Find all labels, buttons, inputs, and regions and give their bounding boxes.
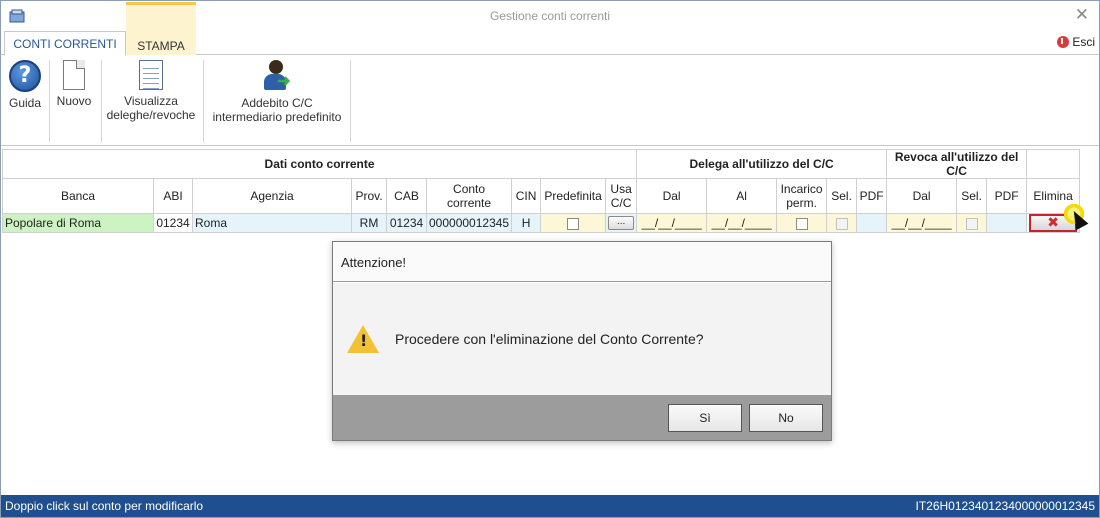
- cell-revoca-sel[interactable]: [956, 213, 988, 233]
- column-header-predefinita[interactable]: Predefinita: [540, 178, 607, 214]
- new-label: Nuovo: [56, 94, 92, 108]
- conto-header-line1: Conto: [453, 182, 486, 196]
- view-label-line2: deleghe/revoche: [106, 108, 196, 122]
- column-header-revoca-sel[interactable]: Sel.: [956, 178, 988, 214]
- column-header-prov[interactable]: Prov.: [351, 178, 387, 214]
- document-list-icon: [139, 60, 163, 90]
- tab-conti-correnti[interactable]: CONTI CORRENTI: [4, 31, 126, 56]
- help-label: Guida: [8, 96, 42, 110]
- cell-conto[interactable]: 000000012345: [425, 213, 513, 233]
- column-header-agenzia[interactable]: Agenzia: [192, 178, 352, 214]
- view-delegations-button[interactable]: Visualizza deleghe/revoche: [105, 60, 197, 122]
- incarico-header-line1: Incarico: [780, 182, 823, 196]
- column-header-banca[interactable]: Banca: [2, 178, 154, 214]
- predefinita-checkbox[interactable]: [567, 217, 580, 230]
- addebito-button[interactable]: ➜ Addebito C/C intermediario predefinito: [207, 60, 347, 124]
- cell-agenzia[interactable]: Roma: [192, 213, 352, 233]
- cell-delega-sel[interactable]: [826, 213, 858, 233]
- yes-button[interactable]: Sì: [668, 404, 742, 432]
- column-header-revoca-dal[interactable]: Dal: [886, 178, 958, 214]
- dialog-footer: Sì No: [333, 395, 831, 440]
- view-label-line1: Visualizza: [124, 94, 178, 108]
- group-header-revoca: Revoca all'utilizzo del C/C: [886, 149, 1028, 179]
- cell-delega-pdf[interactable]: [856, 213, 888, 233]
- cell-delega-dal[interactable]: __/__/____: [636, 213, 708, 233]
- column-header-incarico[interactable]: Incarico perm.: [776, 178, 828, 214]
- main-window: Gestione conti correnti ✕ CONTI CORRENTI…: [0, 0, 1100, 518]
- cell-revoca-dal[interactable]: __/__/____: [886, 213, 958, 233]
- cell-usa-cc[interactable]: ...: [605, 213, 638, 233]
- table-row[interactable]: Popolare di Roma 01234 Roma RM 01234 000…: [2, 213, 1081, 233]
- cell-revoca-pdf[interactable]: [986, 213, 1028, 233]
- tab-stampa[interactable]: STAMPA: [126, 2, 196, 55]
- cell-cab[interactable]: 01234: [386, 213, 427, 233]
- status-bar: Doppio click sul conto per modificarlo I…: [1, 495, 1099, 517]
- conto-header-line2: corrente: [447, 196, 492, 210]
- addebito-label-line2: intermediario predefinito: [212, 110, 342, 124]
- addebito-label-line1: Addebito C/C: [241, 96, 313, 110]
- group-header-empty: [1026, 149, 1081, 179]
- usa-header-line2: C/C: [610, 196, 632, 210]
- exit-label: Esci: [1072, 35, 1095, 49]
- ribbon-tabs: CONTI CORRENTI STAMPA Esci: [1, 2, 1099, 56]
- column-header-cin[interactable]: CIN: [511, 178, 542, 214]
- cell-abi[interactable]: 01234: [153, 213, 193, 233]
- group-header-delega: Delega all'utilizzo del C/C: [636, 149, 888, 179]
- column-header-delega-pdf[interactable]: PDF: [856, 178, 888, 214]
- user-transfer-icon: ➜: [261, 60, 293, 92]
- ribbon-separator: [101, 60, 102, 142]
- ribbon-toolbar: ? Guida Nuovo Visualizza deleghe/revoche…: [1, 56, 1099, 146]
- column-header-revoca-pdf[interactable]: PDF: [986, 178, 1028, 214]
- usa-header-line1: Usa: [610, 182, 632, 196]
- accounts-grid: Dati conto corrente Delega all'utilizzo …: [1, 149, 1099, 233]
- cell-banca[interactable]: Popolare di Roma: [2, 213, 154, 233]
- new-document-icon: [63, 60, 85, 90]
- cell-prov[interactable]: RM: [351, 213, 387, 233]
- usa-cc-button[interactable]: ...: [608, 216, 635, 231]
- column-header-delega-dal[interactable]: Dal: [636, 178, 708, 214]
- dialog-message: Procedere con l'eliminazione del Conto C…: [395, 331, 704, 347]
- column-header-delega-sel[interactable]: Sel.: [826, 178, 858, 214]
- dialog-title: Attenzione!: [333, 242, 831, 282]
- incarico-checkbox[interactable]: [795, 217, 808, 230]
- confirm-dialog: Attenzione! ! Procedere con l'eliminazio…: [332, 241, 832, 441]
- power-icon: [1057, 36, 1070, 48]
- ribbon-separator: [203, 60, 204, 142]
- new-button[interactable]: Nuovo: [53, 60, 95, 108]
- cell-delega-al[interactable]: __/__/____: [706, 213, 778, 233]
- accounts-table: Dati conto corrente Delega all'utilizzo …: [1, 149, 1081, 233]
- ribbon-separator: [49, 60, 50, 142]
- delega-sel-checkbox[interactable]: [835, 217, 848, 230]
- help-button[interactable]: ? Guida: [7, 60, 43, 110]
- cell-incarico[interactable]: [776, 213, 828, 233]
- column-header-abi[interactable]: ABI: [153, 178, 193, 214]
- group-header-dati: Dati conto corrente: [1, 149, 638, 179]
- dialog-body: ! Procedere con l'eliminazione del Conto…: [333, 283, 831, 395]
- status-hint: Doppio click sul conto per modificarlo: [5, 499, 204, 513]
- column-header-usa-cc[interactable]: Usa C/C: [605, 178, 638, 214]
- ribbon-separator: [350, 60, 351, 142]
- column-header-conto[interactable]: Conto corrente: [425, 178, 513, 214]
- revoca-sel-checkbox[interactable]: [965, 217, 978, 230]
- status-iban: IT26H0123401234000000012345: [915, 499, 1095, 513]
- cell-predefinita[interactable]: [540, 213, 607, 233]
- column-header-cab[interactable]: CAB: [386, 178, 427, 214]
- column-header-delega-al[interactable]: Al: [706, 178, 778, 214]
- close-icon[interactable]: ✕: [1075, 5, 1089, 25]
- warning-icon: !: [347, 325, 379, 353]
- cell-cin[interactable]: H: [511, 213, 542, 233]
- help-icon: ?: [9, 60, 41, 92]
- no-button[interactable]: No: [749, 404, 823, 432]
- exit-button[interactable]: Esci: [1057, 35, 1095, 49]
- delete-x-icon: ✖: [1047, 215, 1059, 231]
- incarico-header-line2: perm.: [786, 196, 817, 210]
